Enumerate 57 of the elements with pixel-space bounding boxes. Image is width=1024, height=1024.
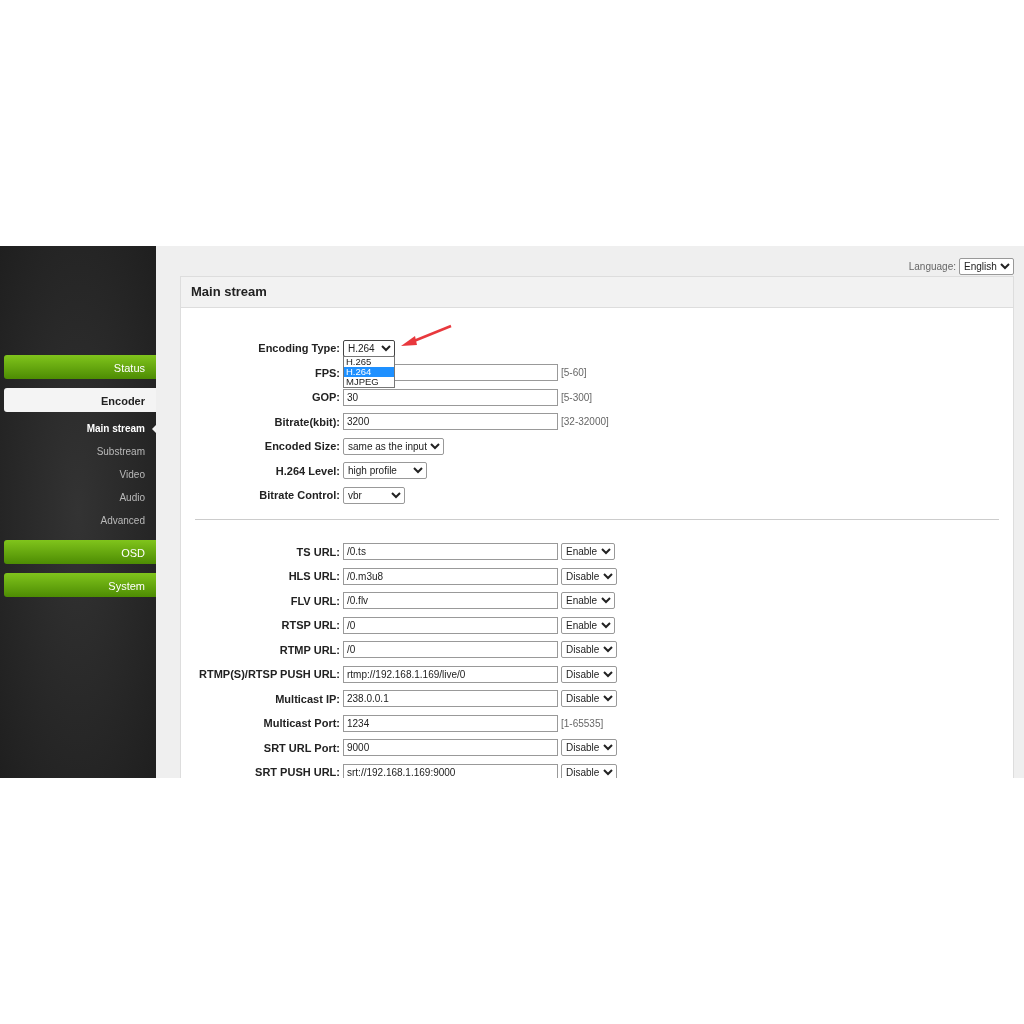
text-field[interactable]: 238.0.0.1 bbox=[343, 690, 558, 708]
sidebar-subitem[interactable]: Audio bbox=[0, 486, 156, 509]
enable-select[interactable]: Disable bbox=[561, 641, 617, 659]
language-select[interactable]: English bbox=[959, 257, 1014, 275]
field-label: GOP: bbox=[310, 390, 340, 405]
field-label: FLV URL: bbox=[289, 593, 340, 609]
range-hint: [32-32000] bbox=[561, 415, 609, 430]
field-label: RTSP URL: bbox=[280, 618, 340, 633]
field-label: HLS URL: bbox=[287, 569, 340, 584]
field-label: Multicast IP: bbox=[274, 691, 340, 707]
enable-select[interactable]: Disable bbox=[561, 763, 617, 778]
text-field[interactable]: rtmp://192.168.1.169/live/0 bbox=[343, 665, 558, 683]
arrow-drawing bbox=[401, 324, 452, 346]
range-hint: [1-65535] bbox=[561, 716, 604, 731]
field-label: FPS: bbox=[313, 365, 340, 381]
field-label: Bitrate(kbit): bbox=[273, 414, 340, 430]
text-field[interactable]: /0.m3u8 bbox=[343, 567, 558, 585]
range-hint: [5-60] bbox=[561, 366, 587, 381]
field-label: H.264 Level: bbox=[274, 463, 340, 479]
field-label: RTMP(S)/RTSP PUSH URL: bbox=[198, 667, 340, 682]
text-field[interactable]: /0.flv bbox=[343, 592, 558, 610]
field-label: TS URL: bbox=[295, 544, 340, 560]
sidebar-subitem[interactable]: Video bbox=[0, 463, 156, 486]
dropdown-select[interactable]: high profile bbox=[343, 462, 427, 480]
dropdown-select[interactable]: same as the input bbox=[343, 437, 444, 455]
sidebar-subitem[interactable]: Advanced bbox=[0, 509, 156, 532]
language-label: Language: bbox=[908, 259, 956, 274]
range-hint: [5-300] bbox=[561, 390, 593, 405]
enable-select[interactable]: Disable bbox=[561, 690, 617, 708]
text-field[interactable]: 3200 bbox=[343, 413, 558, 431]
sidebar-subitem[interactable]: Substream bbox=[0, 440, 156, 463]
text-field[interactable]: /0 bbox=[343, 641, 558, 659]
dropdown-select[interactable]: vbr bbox=[343, 486, 405, 504]
text-field[interactable]: /0.ts bbox=[343, 543, 558, 561]
text-field[interactable]: 30 bbox=[343, 388, 558, 406]
text-field[interactable]: 1234 bbox=[343, 714, 558, 732]
enable-select[interactable]: Disable bbox=[561, 739, 617, 757]
field-label: Encoding Type: bbox=[257, 341, 340, 356]
field-label: SRT PUSH URL: bbox=[254, 765, 340, 778]
text-field[interactable]: srt://192.168.1.169:9000 bbox=[343, 763, 558, 778]
field-label: Bitrate Control: bbox=[258, 488, 340, 503]
dropdown-option[interactable]: H.265 bbox=[344, 356, 394, 367]
enable-select[interactable]: Disable bbox=[561, 567, 617, 585]
field-label: Encoded Size: bbox=[263, 439, 340, 454]
field-label: Multicast Port: bbox=[262, 716, 340, 731]
dropdown-option[interactable]: MJPEG bbox=[344, 376, 394, 387]
dropdown-select[interactable]: H.264 bbox=[343, 339, 395, 357]
enable-select[interactable]: Enable bbox=[561, 592, 615, 610]
text-field[interactable]: /0 bbox=[343, 616, 558, 634]
enable-select[interactable]: Enable bbox=[561, 616, 615, 634]
enable-select[interactable]: Disable bbox=[561, 665, 617, 683]
field-label: RTMP URL: bbox=[278, 642, 340, 658]
enable-select[interactable]: Enable bbox=[561, 543, 615, 561]
text-field[interactable]: 9000 bbox=[343, 739, 558, 757]
sidebar-item[interactable]: Encoder bbox=[4, 388, 156, 412]
panel-title: Main stream bbox=[191, 283, 267, 302]
field-label: SRT URL Port: bbox=[262, 740, 340, 756]
